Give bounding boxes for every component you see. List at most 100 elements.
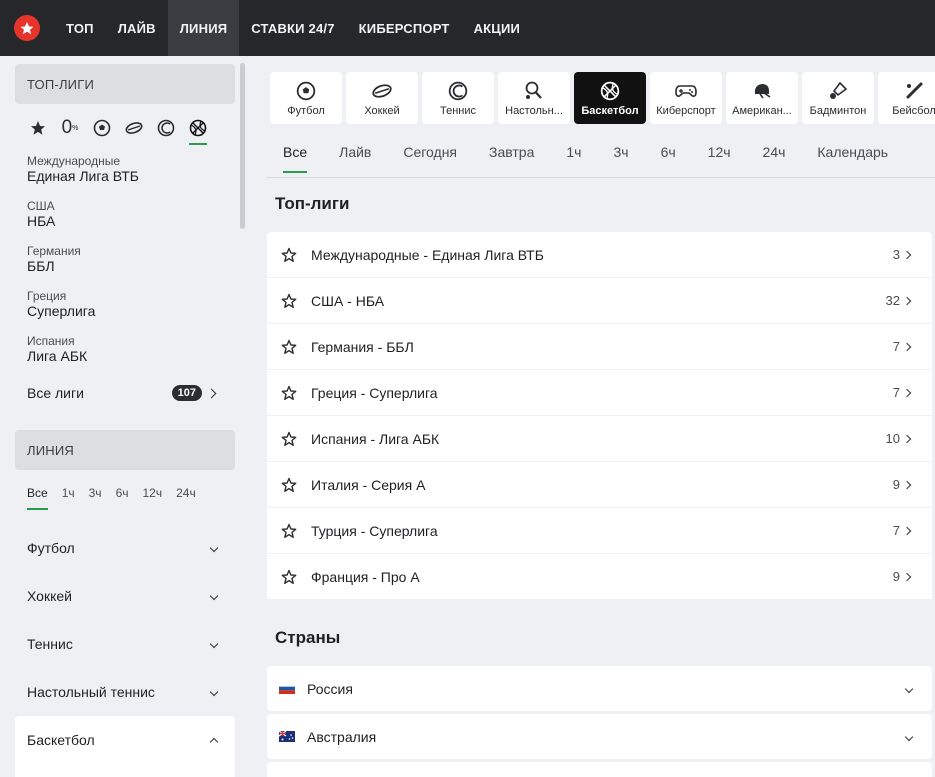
star-outline-icon[interactable] [281,431,297,447]
chevron-down-icon [209,543,219,553]
sidebar-time-tab-all[interactable]: Все [27,486,48,510]
sidebar-sport-tennis[interactable]: Теннис [15,620,235,668]
percent-icon[interactable]: 0% [59,117,81,139]
league-row-count: 9 [892,569,900,584]
sport-tab-football[interactable]: Футбол [270,72,342,124]
nav-line[interactable]: ЛИНИЯ [167,0,240,56]
league-row[interactable]: Франция - Про А 9 [267,554,932,599]
sidebar-time-tab-1h[interactable]: 1ч [62,486,75,510]
filter-tab-12h[interactable]: 12ч [708,144,731,173]
sidebar-league-item[interactable]: Греция Суперлига [15,289,235,320]
helmet-icon [752,80,772,102]
nav-live[interactable]: ЛАЙВ [106,0,168,56]
top-leagues-header[interactable]: ТОП-ЛИГИ [15,64,235,104]
league-country: США [27,199,55,213]
country-row-russia[interactable]: Россия [267,666,932,711]
league-row[interactable]: Италия - Серия А 9 [267,462,932,507]
chevron-down-icon [209,687,219,697]
football-icon[interactable] [91,117,113,139]
sport-tab-hockey[interactable]: Хоккей [346,72,418,124]
filter-tab-all[interactable]: Все [283,144,308,173]
sidebar-league-item[interactable]: Германия ББЛ [15,244,235,275]
sport-tab-label: Настольн... [505,104,563,117]
sport-tab-badminton[interactable]: Бадминтон [802,72,874,124]
chevron-down-icon [209,591,219,601]
league-country: Германия [27,244,81,258]
filter-tab-1h[interactable]: 1ч [566,144,581,173]
star-outline-icon[interactable] [281,477,297,493]
shuttlecock-icon [828,80,848,102]
sidebar-sport-hockey[interactable]: Хоккей [15,572,235,620]
star-outline-icon[interactable] [281,339,297,355]
star-outline-icon[interactable] [281,523,297,539]
sidebar-league-item[interactable]: Международные Единая Лига ВТБ [15,154,235,185]
chevron-right-icon [902,526,912,535]
nav-esports[interactable]: КИБЕРСПОРТ [347,0,462,56]
sidebar-time-tab-24h[interactable]: 24ч [176,486,196,510]
sidebar-time-tab-12h[interactable]: 12ч [143,486,163,510]
league-row[interactable]: Германия - ББЛ 7 [267,324,932,369]
star-outline-icon[interactable] [281,385,297,401]
sidebar-sport-basketball[interactable]: Баскетбол [15,716,235,764]
nav-top[interactable]: ТОП [54,0,106,56]
star-outline-icon[interactable] [281,569,297,585]
league-row[interactable]: Испания - Лига АБК 10 [267,416,932,461]
country-name: Россия [307,680,353,697]
nav-promotions[interactable]: АКЦИИ [462,0,533,56]
sport-tab-tennis[interactable]: Теннис [422,72,494,124]
sport-tab-american-football[interactable]: Американ... [726,72,798,124]
top-leagues-panel: ТОП-ЛИГИ 0% Международные Единая Лига ВТ… [15,64,235,401]
league-row[interactable]: США - НБА 32 [267,278,932,323]
nav-bets-247[interactable]: СТАВКИ 24/7 [239,0,346,56]
sport-tab-basketball[interactable]: Баскетбол [574,72,646,124]
filter-tab-6h[interactable]: 6ч [661,144,676,173]
all-leagues-link[interactable]: Все лиги 107 [15,385,235,401]
sidebar-time-tab-3h[interactable]: 3ч [89,486,102,510]
league-row[interactable]: Международные - Единая Лига ВТБ 3 [267,232,932,277]
sidebar-scrollbar[interactable] [240,63,245,229]
percent-sign-glyph: % [72,124,79,132]
filter-tab-calendar[interactable]: Календарь [817,144,888,173]
sport-filter-icons: 0% [15,104,235,145]
filter-tab-live[interactable]: Лайв [339,144,371,173]
line-header[interactable]: ЛИНИЯ [15,430,235,470]
chevron-right-icon [902,388,912,397]
hockey-puck-icon [371,80,393,102]
gamepad-icon [675,80,697,102]
chevron-right-icon [902,250,912,259]
filter-tab-today[interactable]: Сегодня [403,144,457,173]
league-row[interactable]: Греция - Суперлига 7 [267,370,932,415]
top-leagues-list: Международные - Единая Лига ВТБ 3 США - … [267,232,932,600]
sidebar-league-item[interactable]: США НБА [15,199,235,230]
sidebar-time-tabs: Все 1ч 3ч 6ч 12ч 24ч [15,470,235,510]
sport-label: Баскетбол [27,732,95,748]
logo-icon[interactable] [14,15,40,41]
filter-tab-tomorrow[interactable]: Завтра [489,144,534,173]
hockey-puck-icon[interactable] [123,117,145,139]
league-row-name: Германия - ББЛ [311,338,414,355]
star-outline-icon[interactable] [281,293,297,309]
league-row-name: Турция - Суперлига [311,522,438,539]
countries-list: Россия Австралия [267,666,932,777]
country-row-australia[interactable]: Австралия [267,714,932,759]
sidebar-sport-table-tennis[interactable]: Настольный теннис [15,668,235,716]
chevron-right-icon [206,388,217,398]
sport-tab-esports[interactable]: Киберспорт [650,72,722,124]
sidebar-league-item[interactable]: Испания Лига АБК [15,334,235,365]
star-outline-icon[interactable] [281,247,297,263]
league-row[interactable]: Турция - Суперлига 7 [267,508,932,553]
tennis-icon[interactable] [155,117,177,139]
sidebar-time-tab-6h[interactable]: 6ч [116,486,129,510]
sport-tab-baseball[interactable]: Бейсбол [878,72,935,124]
basketball-icon[interactable] [187,117,209,145]
sport-tab-table-tennis[interactable]: Настольн... [498,72,570,124]
sport-tab-label: Бадминтон [809,104,867,117]
sidebar-sport-football[interactable]: Футбол [15,524,235,572]
chevron-right-icon [902,296,912,305]
country-row-partial[interactable] [267,762,932,777]
time-filter-tabs: Все Лайв Сегодня Завтра 1ч 3ч 6ч 12ч 24ч… [283,144,920,173]
filter-tab-24h[interactable]: 24ч [763,144,786,173]
filter-tab-3h[interactable]: 3ч [613,144,628,173]
favorites-star-icon[interactable] [27,117,49,139]
